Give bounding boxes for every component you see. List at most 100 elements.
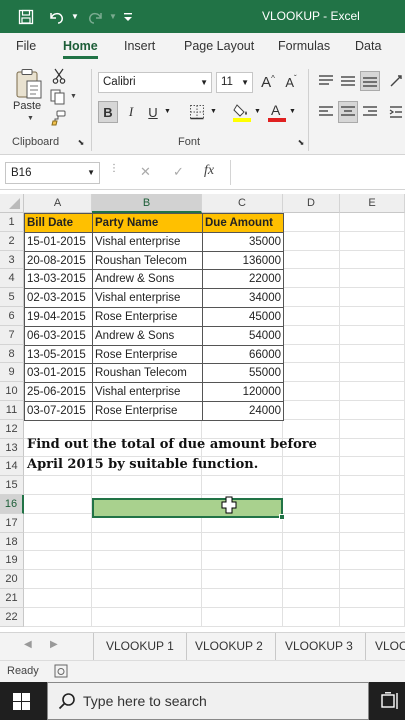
grid-cell[interactable]: [283, 382, 340, 401]
grid-cell[interactable]: [340, 213, 405, 232]
grid-cell[interactable]: [340, 607, 405, 627]
table-cell-bill-date[interactable]: 02-03-2015: [24, 288, 93, 308]
align-top-icon[interactable]: [316, 71, 336, 91]
grid-cell[interactable]: [340, 513, 405, 533]
grid-cell[interactable]: [283, 269, 340, 289]
name-box-dropdown-icon[interactable]: ▼: [87, 163, 95, 183]
grid-cell[interactable]: [283, 607, 340, 627]
grid-cell[interactable]: [283, 325, 340, 345]
row-header-16[interactable]: 16: [0, 495, 24, 514]
grid-cell[interactable]: [340, 307, 405, 326]
grid-cell[interactable]: [202, 570, 283, 589]
italic-button[interactable]: I: [122, 101, 140, 123]
tab-home[interactable]: Home: [63, 39, 98, 59]
sheet-tab-vlookup-2[interactable]: VLOOKUP 2: [183, 633, 276, 660]
font-color-icon[interactable]: A: [266, 100, 288, 124]
grid-cell[interactable]: [202, 607, 283, 627]
paste-icon[interactable]: [12, 67, 46, 101]
grid-cell[interactable]: [202, 476, 283, 495]
grid-cell[interactable]: [340, 363, 405, 383]
grid-cell[interactable]: [202, 589, 283, 608]
table-header-bill-date[interactable]: Bill Date: [24, 213, 93, 233]
task-view-icon[interactable]: [380, 692, 400, 713]
copy-icon[interactable]: [48, 88, 68, 106]
grid-cell[interactable]: [340, 269, 405, 289]
row-header-7[interactable]: 7: [0, 325, 24, 345]
table-cell-party-name[interactable]: Vishal enterprise: [92, 231, 203, 252]
enter-icon[interactable]: ✓: [173, 164, 184, 180]
name-box[interactable]: B16 ▼: [5, 162, 100, 184]
underline-dropdown-icon[interactable]: ▼: [164, 108, 171, 115]
row-header-14[interactable]: 14: [0, 457, 24, 477]
scroll-tabs-right-icon[interactable]: ▶: [50, 639, 58, 650]
table-cell-party-name[interactable]: Andrew & Sons: [92, 269, 203, 290]
grid-cell[interactable]: [283, 231, 340, 251]
table-cell-due-amount[interactable]: 35000: [202, 231, 284, 252]
grid-cell[interactable]: [283, 457, 340, 477]
orientation-icon[interactable]: [386, 71, 405, 91]
table-cell-bill-date[interactable]: 19-04-2015: [24, 307, 93, 327]
windows-start-icon[interactable]: [13, 693, 30, 713]
fill-color-icon[interactable]: [231, 100, 253, 124]
align-middle-icon[interactable]: [338, 71, 358, 91]
table-cell-party-name[interactable]: Rose Enterprise: [92, 401, 203, 421]
table-cell-party-name[interactable]: Rose Enterprise: [92, 307, 203, 327]
grid-cell[interactable]: [283, 419, 340, 439]
grid-cell[interactable]: [340, 457, 405, 477]
tab-insert[interactable]: Insert: [124, 39, 155, 53]
align-left-icon[interactable]: [316, 101, 336, 123]
grid-cell[interactable]: [24, 551, 92, 571]
grid-cell[interactable]: [24, 532, 92, 552]
table-cell-party-name[interactable]: Roushan Telecom: [92, 363, 203, 384]
sheet-tab-vlookup-4[interactable]: VLOO: [363, 633, 405, 660]
row-header-5[interactable]: 5: [0, 288, 24, 307]
paste-dropdown-icon[interactable]: ▼: [27, 115, 34, 122]
decrease-font-size-button[interactable]: Aˇ: [281, 71, 301, 93]
grid-cell[interactable]: [283, 532, 340, 552]
grid-cell[interactable]: [340, 325, 405, 345]
row-header-21[interactable]: 21: [0, 589, 24, 608]
grid-cell[interactable]: [24, 419, 92, 439]
grid-cell[interactable]: [24, 607, 92, 627]
table-cell-due-amount[interactable]: 66000: [202, 344, 284, 365]
grid-cell[interactable]: [283, 363, 340, 383]
grid-cell[interactable]: [283, 551, 340, 571]
borders-dropdown-icon[interactable]: ▼: [210, 108, 217, 115]
more-options-icon[interactable]: ⋮: [109, 163, 119, 174]
column-header-d[interactable]: D: [283, 194, 340, 213]
grid-cell[interactable]: [92, 551, 202, 571]
align-right-icon[interactable]: [360, 101, 380, 123]
row-header-17[interactable]: 17: [0, 513, 24, 533]
grid-cell[interactable]: [92, 532, 202, 552]
format-painter-icon[interactable]: [49, 109, 67, 127]
table-header-party-name[interactable]: Party Name: [92, 213, 203, 233]
table-cell-bill-date[interactable]: 15-01-2015: [24, 231, 93, 252]
row-header-8[interactable]: 8: [0, 344, 24, 364]
grid-cell[interactable]: [283, 570, 340, 589]
table-cell-due-amount[interactable]: 45000: [202, 307, 284, 327]
table-cell-due-amount[interactable]: 22000: [202, 269, 284, 290]
table-cell-bill-date[interactable]: 06-03-2015: [24, 325, 93, 346]
grid-cell[interactable]: [340, 382, 405, 401]
grid-cell[interactable]: [340, 288, 405, 307]
cut-icon[interactable]: [50, 67, 68, 85]
save-icon[interactable]: [14, 0, 38, 33]
macro-record-icon[interactable]: [54, 664, 68, 681]
grid-cell[interactable]: [24, 589, 92, 608]
borders-icon[interactable]: [186, 101, 208, 123]
table-header-due-amount[interactable]: Due Amount: [202, 213, 284, 233]
table-cell-bill-date[interactable]: 13-05-2015: [24, 344, 93, 365]
grid-cell[interactable]: [340, 401, 405, 420]
table-cell-due-amount[interactable]: 136000: [202, 250, 284, 271]
table-cell-bill-date[interactable]: 20-08-2015: [24, 250, 93, 271]
grid-cell[interactable]: [202, 551, 283, 571]
grid-cell[interactable]: [283, 344, 340, 364]
table-cell-party-name[interactable]: Roushan Telecom: [92, 250, 203, 271]
row-header-4[interactable]: 4: [0, 269, 24, 289]
fill-color-dropdown-icon[interactable]: ▼: [254, 108, 261, 115]
grid-cell[interactable]: [283, 513, 340, 533]
grid-cell[interactable]: [202, 532, 283, 552]
undo-icon[interactable]: [44, 0, 68, 33]
column-header-e[interactable]: E: [340, 194, 405, 213]
table-cell-party-name[interactable]: Rose Enterprise: [92, 344, 203, 365]
